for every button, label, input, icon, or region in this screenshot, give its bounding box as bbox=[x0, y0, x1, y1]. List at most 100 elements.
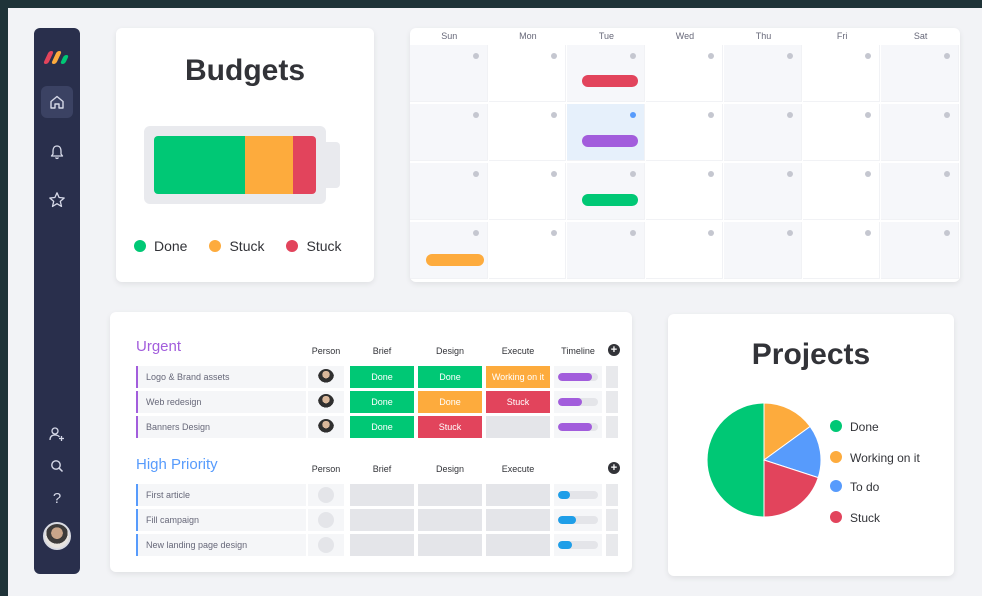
status-cell-brief[interactable] bbox=[350, 534, 414, 556]
search-button[interactable] bbox=[41, 450, 73, 482]
favorites-button[interactable] bbox=[41, 184, 73, 216]
status-cell-execute[interactable] bbox=[486, 534, 550, 556]
calendar-header: Sun Mon Tue Wed Thu Fri Sat bbox=[410, 28, 960, 44]
calendar-event[interactable] bbox=[582, 194, 638, 206]
calendar-day-dot bbox=[708, 53, 715, 59]
calendar-day-cell[interactable] bbox=[410, 163, 488, 220]
calendar-day-dot bbox=[865, 230, 872, 236]
help-button[interactable]: ? bbox=[41, 482, 73, 514]
person-cell[interactable] bbox=[308, 484, 344, 506]
timeline-track bbox=[558, 423, 598, 431]
calendar-day-cell[interactable] bbox=[802, 222, 881, 279]
item-name[interactable]: Banners Design bbox=[136, 416, 306, 438]
item-name[interactable]: Logo & Brand assets bbox=[136, 366, 306, 388]
legend-dot bbox=[286, 240, 299, 252]
calendar-day-cell[interactable] bbox=[410, 45, 488, 102]
timeline-fill bbox=[558, 373, 592, 381]
status-cell-design[interactable] bbox=[418, 509, 482, 531]
calendar-day-cell[interactable] bbox=[881, 222, 959, 279]
calendar-day-cell[interactable] bbox=[410, 104, 488, 161]
status-cell-brief[interactable] bbox=[350, 484, 414, 506]
calendar-day-dot bbox=[551, 230, 558, 236]
timeline-cell[interactable] bbox=[554, 366, 602, 388]
person-cell[interactable] bbox=[308, 416, 344, 438]
calendar-day-cell[interactable] bbox=[645, 222, 724, 279]
calendar-day-cell[interactable] bbox=[567, 45, 645, 102]
status-cell-design[interactable]: Done bbox=[418, 366, 482, 388]
calendar-day-cell[interactable] bbox=[724, 222, 802, 279]
calendar-day-cell[interactable] bbox=[881, 45, 959, 102]
calendar-day-cell[interactable] bbox=[802, 163, 881, 220]
item-name[interactable]: Fill campaign bbox=[136, 509, 306, 531]
calendar-day-dot bbox=[786, 230, 793, 236]
calendar-day-cell[interactable] bbox=[488, 45, 567, 102]
calendar-day-cell[interactable] bbox=[802, 45, 881, 102]
item-name[interactable]: Web redesign bbox=[136, 391, 306, 413]
person-cell[interactable] bbox=[308, 509, 344, 531]
notifications-button[interactable] bbox=[41, 136, 73, 168]
calendar-day-cell[interactable] bbox=[488, 163, 567, 220]
invite-members-button[interactable] bbox=[41, 418, 73, 450]
status-cell-execute[interactable] bbox=[486, 416, 550, 438]
person-cell[interactable] bbox=[308, 391, 344, 413]
person-cell[interactable] bbox=[308, 366, 344, 388]
calendar-day-cell[interactable] bbox=[645, 163, 724, 220]
legend-item-working: Working on it bbox=[830, 451, 920, 465]
status-cell-design[interactable]: Done bbox=[418, 391, 482, 413]
row-end bbox=[606, 416, 618, 438]
day-header: Thu bbox=[755, 31, 772, 41]
status-cell-brief[interactable] bbox=[350, 509, 414, 531]
calendar-day-cell[interactable] bbox=[881, 163, 959, 220]
projects-title: Projects bbox=[751, 338, 871, 371]
calendar-event[interactable] bbox=[426, 254, 484, 266]
day-header: Tue bbox=[598, 31, 614, 41]
calendar-day-cell[interactable] bbox=[802, 104, 881, 161]
status-cell-execute[interactable] bbox=[486, 484, 550, 506]
add-column-button[interactable]: + bbox=[608, 344, 620, 356]
add-column-button[interactable]: + bbox=[608, 462, 620, 474]
timeline-cell[interactable] bbox=[554, 534, 602, 556]
calendar-day-cell[interactable] bbox=[881, 104, 959, 161]
status-cell-execute[interactable] bbox=[486, 509, 550, 531]
calendar-day-cell[interactable] bbox=[488, 222, 567, 279]
home-button[interactable] bbox=[41, 86, 73, 118]
status-cell-execute[interactable]: Stuck bbox=[486, 391, 550, 413]
monday-logo-icon[interactable] bbox=[42, 50, 70, 64]
calendar-day-cell[interactable] bbox=[567, 163, 645, 220]
timeline-cell[interactable] bbox=[554, 509, 602, 531]
status-cell-design[interactable] bbox=[418, 534, 482, 556]
timeline-cell[interactable] bbox=[554, 484, 602, 506]
budget-battery bbox=[144, 126, 326, 204]
calendar-day-cell[interactable] bbox=[724, 45, 802, 102]
calendar-day-cell[interactable] bbox=[724, 104, 802, 161]
calendar-day-cell[interactable] bbox=[410, 222, 488, 279]
group-title-urgent[interactable]: Urgent bbox=[136, 338, 181, 355]
status-cell-execute[interactable]: Working on it bbox=[486, 366, 550, 388]
status-cell-brief[interactable]: Done bbox=[350, 366, 414, 388]
calendar-day-cell[interactable] bbox=[488, 104, 567, 161]
search-icon bbox=[51, 460, 64, 473]
calendar-event[interactable] bbox=[582, 135, 638, 147]
legend-item-done: Done bbox=[830, 420, 879, 434]
status-cell-design[interactable] bbox=[418, 484, 482, 506]
person-avatar bbox=[318, 369, 334, 385]
timeline-cell[interactable] bbox=[554, 391, 602, 413]
calendar-day-cell[interactable] bbox=[567, 104, 645, 161]
calendar-day-cell[interactable] bbox=[724, 163, 802, 220]
legend-dot bbox=[209, 240, 222, 252]
status-cell-brief[interactable]: Done bbox=[350, 391, 414, 413]
calendar-day-cell[interactable] bbox=[645, 45, 724, 102]
user-avatar[interactable] bbox=[43, 522, 71, 550]
status-cell-design[interactable]: Stuck bbox=[418, 416, 482, 438]
item-name[interactable]: First article bbox=[136, 484, 306, 506]
column-header-design: Design bbox=[435, 346, 464, 356]
item-name[interactable]: New landing page design bbox=[136, 534, 306, 556]
calendar-day-cell[interactable] bbox=[645, 104, 724, 161]
group-title-high-priority[interactable]: High Priority bbox=[136, 456, 218, 473]
calendar-day-cell[interactable] bbox=[567, 222, 645, 279]
person-cell[interactable] bbox=[308, 534, 344, 556]
status-cell-brief[interactable]: Done bbox=[350, 416, 414, 438]
calendar-day-dot bbox=[786, 53, 793, 59]
timeline-cell[interactable] bbox=[554, 416, 602, 438]
calendar-event[interactable] bbox=[582, 75, 638, 87]
